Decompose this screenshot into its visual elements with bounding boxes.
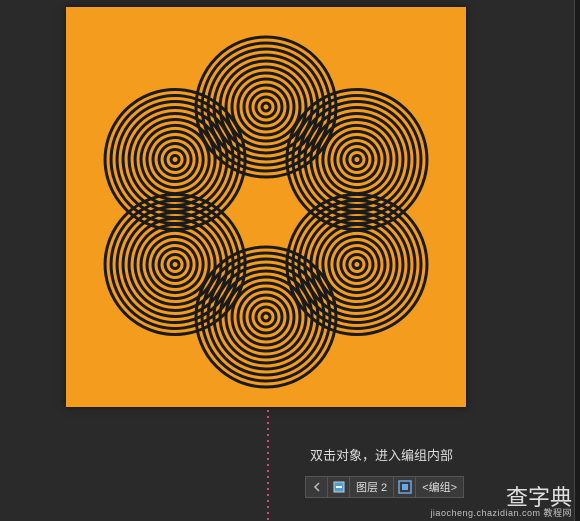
watermark-main: 查字典 bbox=[430, 487, 572, 509]
back-arrow-button[interactable] bbox=[306, 476, 328, 498]
layer-name-label[interactable]: 图层 2 bbox=[350, 476, 394, 498]
right-panel-edge bbox=[574, 0, 580, 521]
canvas-artboard[interactable] bbox=[66, 7, 466, 407]
annotation-text: 双击对象，进入编组内部 bbox=[310, 445, 453, 464]
annotation-pointer-line bbox=[267, 410, 269, 520]
group-icon-button[interactable] bbox=[394, 476, 416, 498]
layer-icon-button[interactable] bbox=[328, 476, 350, 498]
arrow-left-icon bbox=[310, 480, 324, 494]
watermark: 查字典 jiaocheng.chazidian.com 教程网 bbox=[430, 487, 572, 518]
spiral-pattern-artwork[interactable] bbox=[66, 7, 466, 407]
group-icon bbox=[398, 480, 412, 494]
watermark-sub: jiaocheng.chazidian.com 教程网 bbox=[430, 509, 572, 518]
layers-icon bbox=[332, 480, 346, 494]
